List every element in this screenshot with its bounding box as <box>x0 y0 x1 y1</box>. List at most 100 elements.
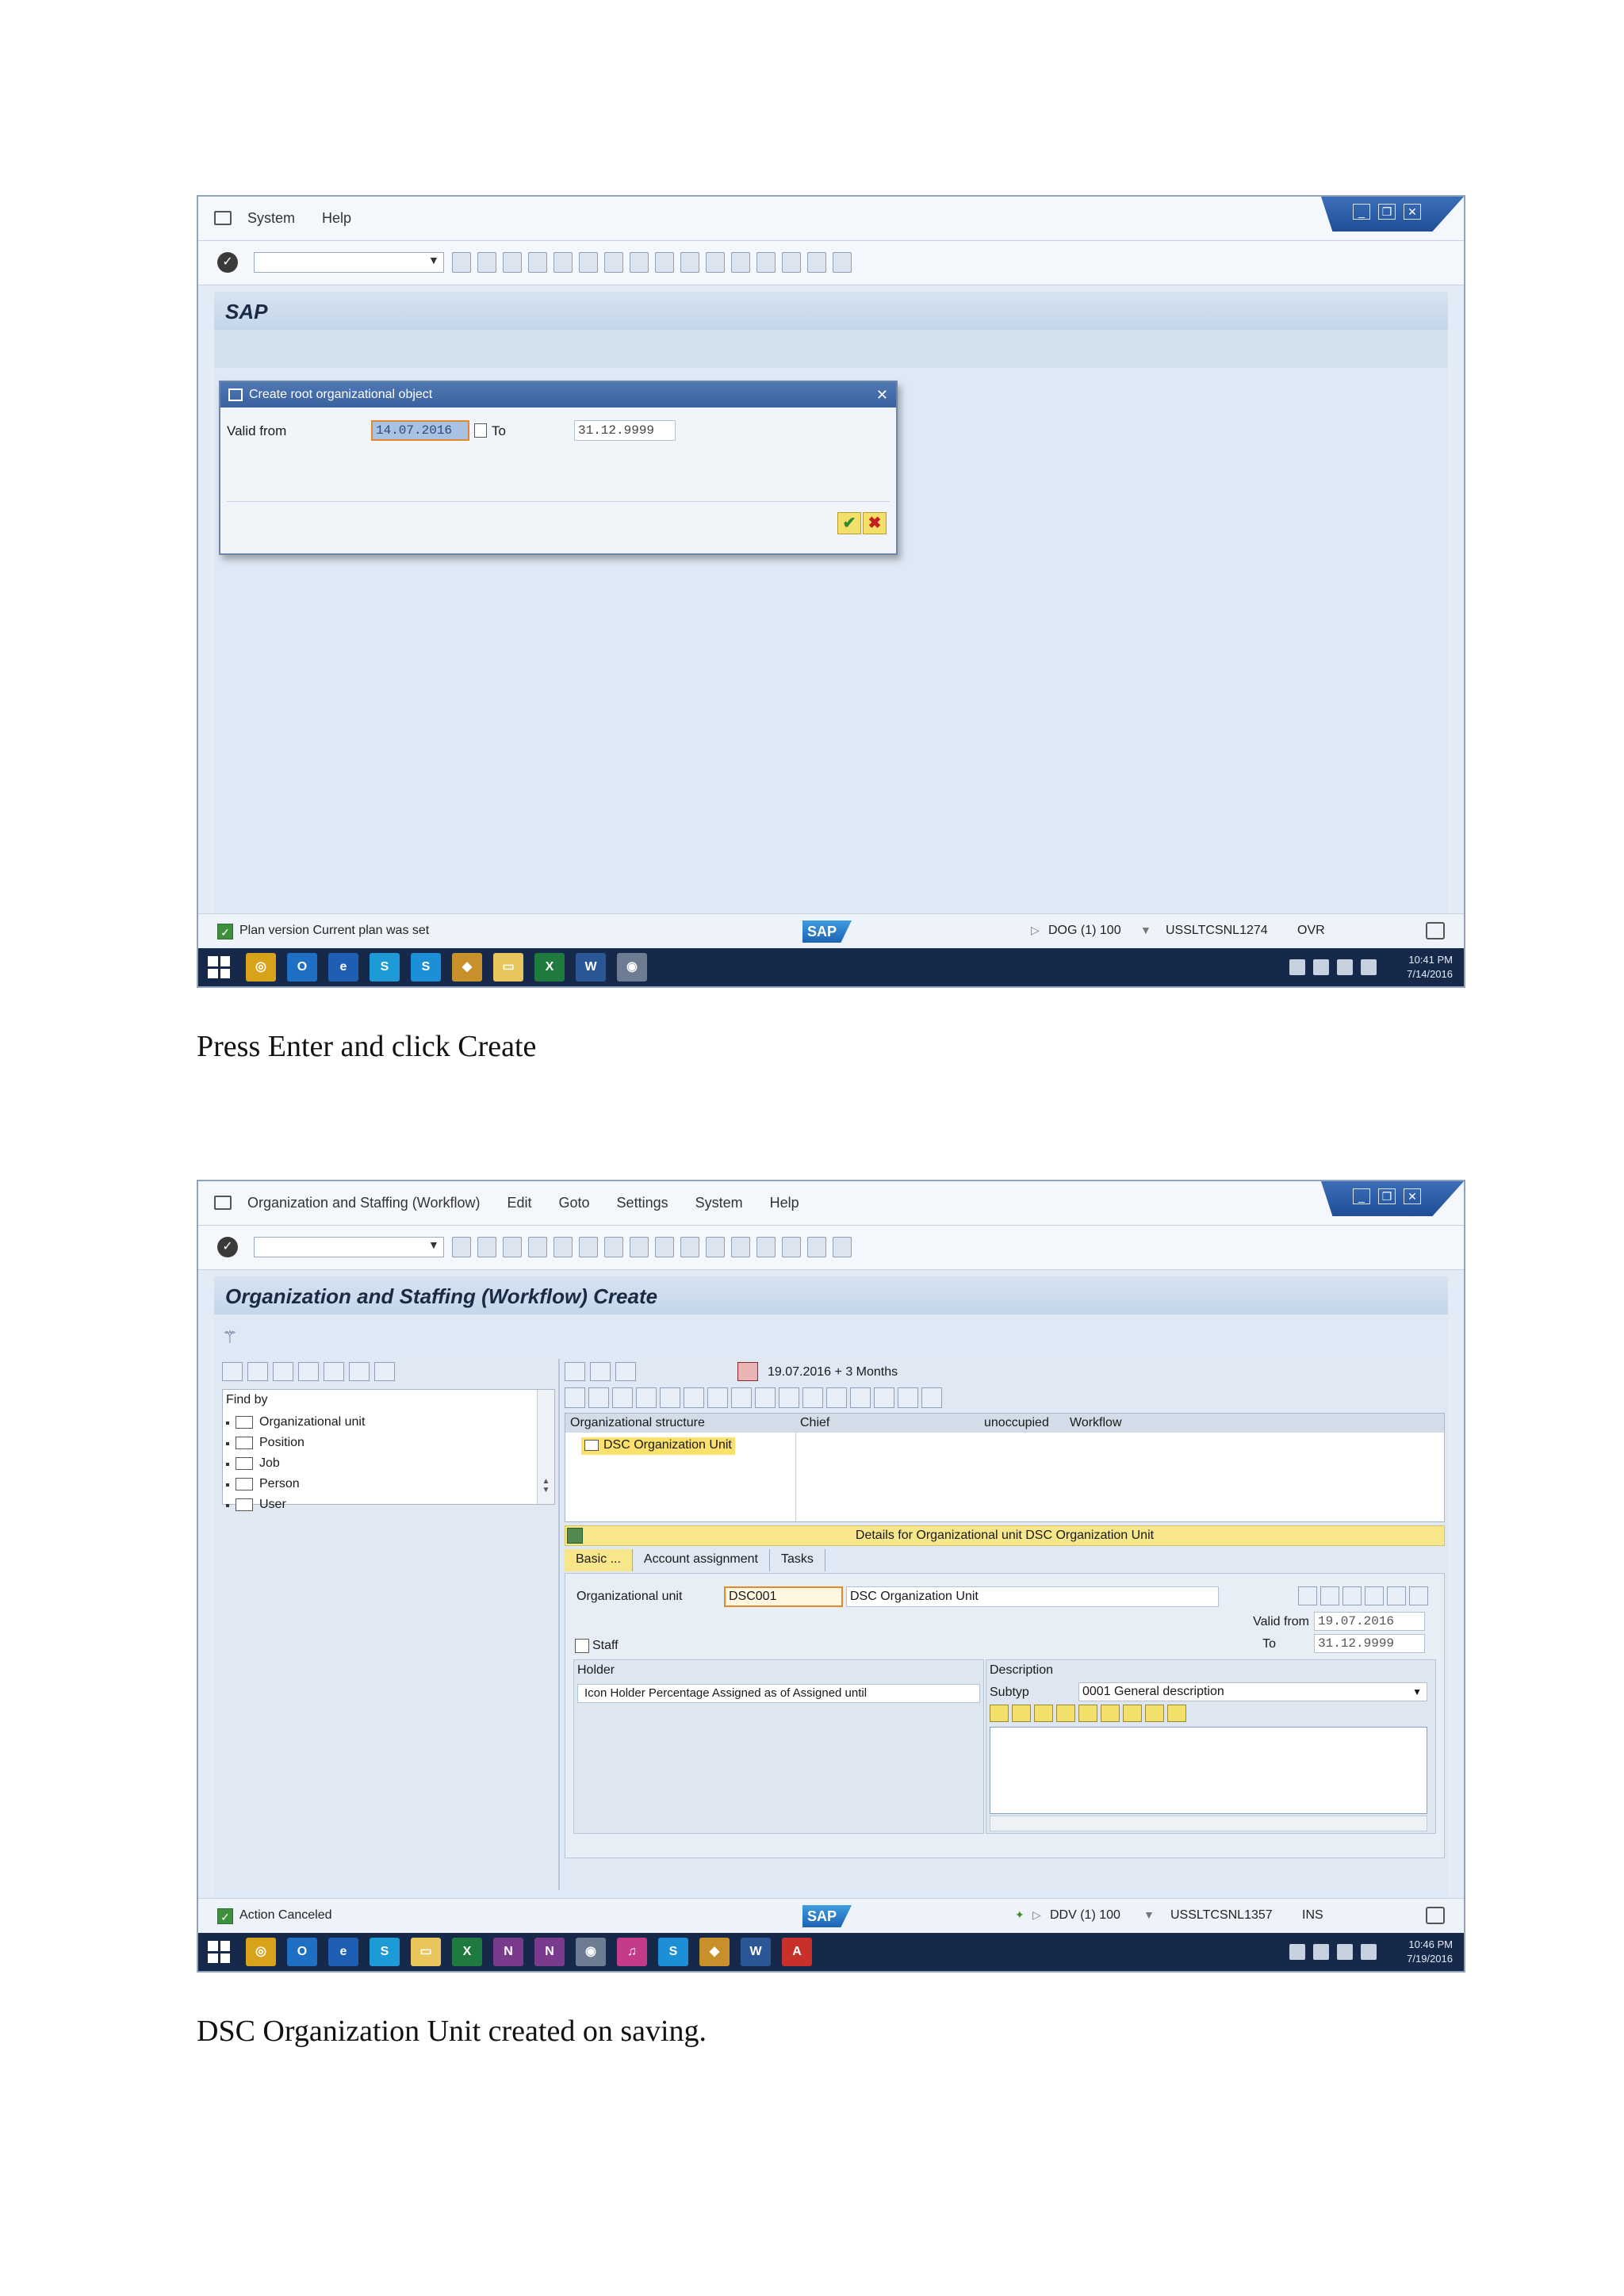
close-icon[interactable]: ✕ <box>876 382 888 408</box>
grid-icon[interactable] <box>615 1362 636 1381</box>
sap-logon-icon[interactable]: ◆ <box>452 953 482 982</box>
help-icon[interactable] <box>807 252 826 273</box>
print-icon[interactable] <box>579 252 598 273</box>
command-field[interactable] <box>254 1237 444 1257</box>
horizontal-scrollbar[interactable] <box>990 1816 1427 1831</box>
hierarchy-icon[interactable] <box>755 1387 776 1408</box>
redo-icon[interactable] <box>1078 1705 1097 1722</box>
chrome-icon[interactable]: ◎ <box>246 953 276 982</box>
volume-icon[interactable] <box>1361 1944 1377 1960</box>
network-icon[interactable] <box>1337 1944 1353 1960</box>
onenote-2-icon[interactable]: N <box>534 1938 565 1966</box>
settings-icon[interactable] <box>874 1387 894 1408</box>
down-icon[interactable] <box>731 1387 752 1408</box>
vertical-scrollbar[interactable]: ▲ ▼ <box>537 1390 554 1504</box>
new-session-icon[interactable] <box>756 252 776 273</box>
input-mode[interactable]: INS <box>1302 1908 1323 1923</box>
play-icon[interactable]: ▷ <box>1032 1908 1041 1922</box>
menu-item-help[interactable]: Help <box>322 210 351 227</box>
restore-icon[interactable]: ❐ <box>1378 1188 1396 1204</box>
layout-icon[interactable] <box>833 252 852 273</box>
magic-wand-icon[interactable]: ⚚ <box>222 1327 238 1348</box>
find-next-icon[interactable] <box>630 1237 649 1257</box>
keyboard-icon[interactable] <box>1289 959 1305 975</box>
tab-tasks[interactable]: Tasks <box>770 1549 825 1571</box>
input-mode[interactable]: OVR <box>1297 924 1325 938</box>
lock-icon[interactable] <box>1426 922 1445 939</box>
menu-item-help[interactable]: Help <box>770 1195 799 1211</box>
restore-icon[interactable]: ❐ <box>1378 204 1396 220</box>
menu-item-system[interactable]: System <box>695 1195 743 1211</box>
last-page-icon[interactable] <box>731 252 750 273</box>
skype-for-business-icon[interactable]: S <box>370 1938 400 1966</box>
skype-icon[interactable]: S <box>411 953 441 982</box>
menu-item-system[interactable]: System <box>247 210 295 227</box>
back-arrow-icon[interactable] <box>222 1362 243 1381</box>
find-icon[interactable] <box>802 1387 823 1408</box>
enter-icon[interactable]: ✓ <box>217 252 238 273</box>
expand-icon[interactable] <box>273 1362 293 1381</box>
system-clock[interactable]: 10:41 PM 7/14/2016 <box>1407 953 1453 982</box>
itunes-icon[interactable]: ♫ <box>617 1938 647 1966</box>
lock-icon[interactable] <box>1320 1586 1339 1605</box>
first-page-icon[interactable] <box>655 252 674 273</box>
cancel-button[interactable]: ✖ <box>863 512 887 534</box>
export-icon[interactable] <box>921 1387 942 1408</box>
menu-icon[interactable] <box>214 1196 232 1210</box>
excel-icon[interactable]: X <box>534 953 565 982</box>
find-next-icon[interactable] <box>630 252 649 273</box>
find-icon[interactable] <box>1101 1705 1120 1722</box>
find-by-position[interactable]: Position <box>226 1433 365 1453</box>
chevron-down-icon[interactable]: ▼ <box>1143 1908 1155 1921</box>
info-icon[interactable] <box>1298 1586 1317 1605</box>
valid-from-field[interactable]: 19.07.2016 <box>1314 1612 1425 1631</box>
columns-icon[interactable] <box>850 1387 871 1408</box>
system-info[interactable]: DDV (1) 100 <box>1050 1908 1120 1923</box>
exit-icon[interactable] <box>528 1237 547 1257</box>
system-clock[interactable]: 10:46 PM 7/19/2016 <box>1407 1938 1453 1966</box>
cut-icon[interactable] <box>990 1705 1009 1722</box>
keyboard-icon[interactable] <box>1289 1944 1305 1960</box>
paste-icon[interactable] <box>1034 1705 1053 1722</box>
chrome-icon[interactable]: ◎ <box>246 1938 276 1966</box>
forward-arrow-icon[interactable] <box>590 1362 611 1381</box>
find-next-icon[interactable] <box>1123 1705 1142 1722</box>
skype-for-business-icon[interactable]: S <box>370 953 400 982</box>
first-record-icon[interactable] <box>1342 1586 1362 1605</box>
assign-icon[interactable] <box>660 1387 680 1408</box>
outlook-icon[interactable]: O <box>287 1938 317 1966</box>
minimize-icon[interactable]: _ <box>1353 204 1370 220</box>
skype-icon[interactable]: S <box>658 1938 688 1966</box>
windows-start-icon[interactable] <box>208 1941 230 1963</box>
list-icon[interactable] <box>324 1362 344 1381</box>
remote-desktop-icon[interactable]: ◉ <box>617 953 647 982</box>
description-textarea[interactable] <box>990 1727 1427 1814</box>
play-icon[interactable]: ▷ <box>1031 924 1040 937</box>
valid-to-field[interactable]: 31.12.9999 <box>574 420 676 441</box>
chevron-down-icon[interactable]: ▼ <box>1140 924 1151 936</box>
calendar-icon[interactable] <box>737 1362 758 1381</box>
undo-icon[interactable] <box>1056 1705 1075 1722</box>
next-page-icon[interactable] <box>706 252 725 273</box>
tab-basic[interactable]: Basic ... <box>565 1549 633 1571</box>
chevron-down-icon[interactable]: ▼ <box>1412 1683 1422 1701</box>
layout-icon[interactable] <box>833 1237 852 1257</box>
battery-icon[interactable] <box>1313 1944 1329 1960</box>
back-arrow-icon[interactable] <box>565 1362 585 1381</box>
file-explorer-icon[interactable]: ▭ <box>493 953 523 982</box>
find-by-user[interactable]: User <box>226 1494 365 1515</box>
onenote-icon[interactable]: N <box>493 1938 523 1966</box>
valid-from-field[interactable]: 14.07.2016 <box>371 420 469 441</box>
menu-item-org-staffing[interactable]: Organization and Staffing (Workflow) <box>247 1195 480 1211</box>
subtype-select[interactable]: 0001 General description ▼ <box>1078 1682 1427 1701</box>
menu-icon[interactable] <box>214 211 232 225</box>
scroll-up-icon[interactable]: ▲ <box>538 1477 554 1486</box>
previous-record-icon[interactable] <box>1365 1586 1384 1605</box>
move-icon[interactable] <box>636 1387 657 1408</box>
find-by-person[interactable]: Person <box>226 1474 365 1494</box>
find-icon[interactable] <box>604 1237 623 1257</box>
tree-node-org-unit[interactable]: DSC Organization Unit <box>581 1437 735 1455</box>
battery-icon[interactable] <box>1313 959 1329 975</box>
collapse-icon[interactable] <box>298 1362 319 1381</box>
network-icon[interactable] <box>1337 959 1353 975</box>
